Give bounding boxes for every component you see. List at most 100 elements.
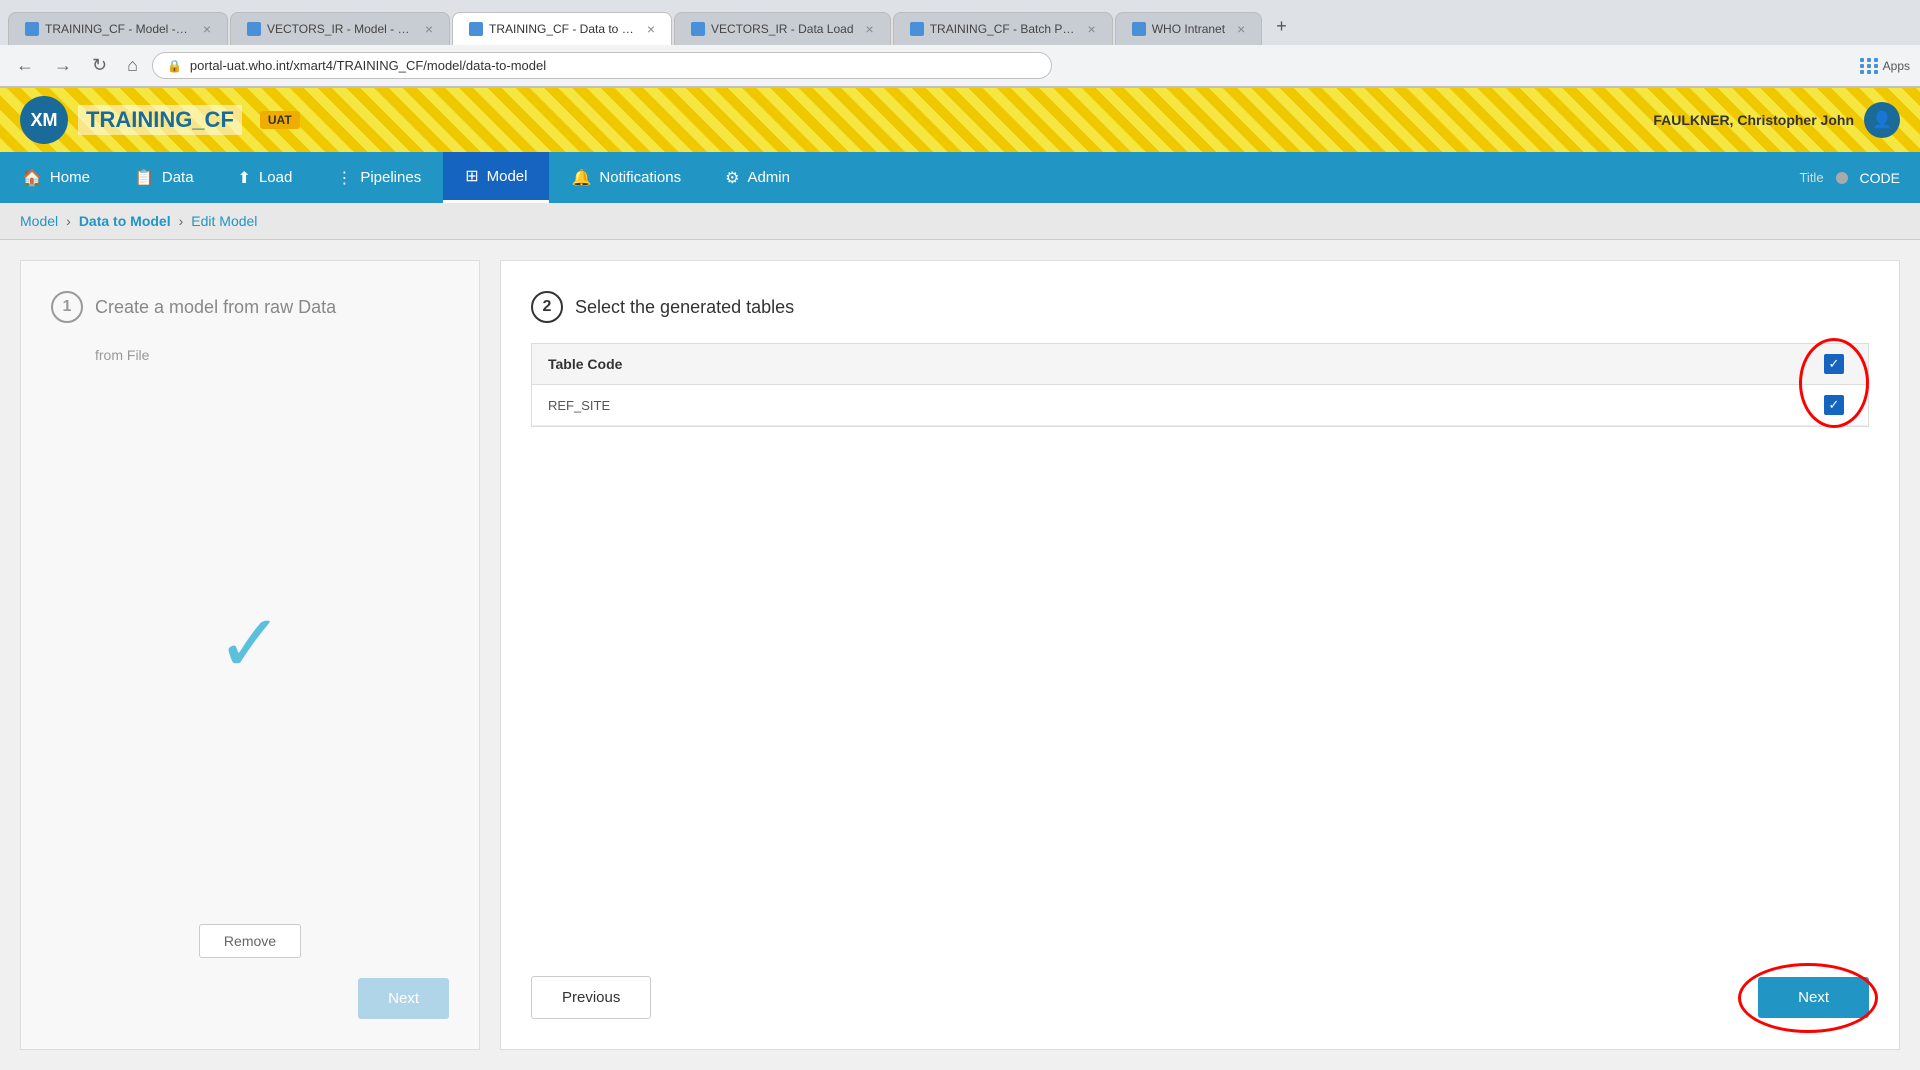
nav-data[interactable]: 📋 Data [112, 154, 216, 202]
table-cell-code: REF_SITE [548, 398, 1800, 413]
tab-6[interactable]: WHO Intranet × [1115, 12, 1263, 45]
code-label: CODE [1860, 170, 1900, 186]
app-title: TRAINING_CF [78, 105, 242, 135]
nav-notifications-label: Notifications [599, 169, 681, 186]
nav-admin-label: Admin [747, 169, 790, 186]
step1-subtitle: from File [95, 347, 449, 363]
admin-icon: ⚙ [725, 168, 739, 188]
row-checkbox[interactable]: ✓ [1824, 395, 1844, 415]
tab-4[interactable]: VECTORS_IR - Data Load × [674, 12, 891, 45]
nav-admin[interactable]: ⚙ Admin [703, 154, 812, 202]
tab-label-6: WHO Intranet [1152, 22, 1225, 36]
step1-next-button: Next [358, 978, 449, 1019]
step2-panel: 2 Select the generated tables Table Code… [500, 260, 1900, 1050]
previous-button[interactable]: Previous [531, 976, 651, 1019]
step1-title: Create a model from raw Data [95, 297, 336, 318]
next-button-wrapper: Next [1758, 977, 1869, 1018]
model-icon: ⊞ [465, 166, 478, 186]
step2-title: Select the generated tables [575, 297, 794, 318]
step1-footer: Next [51, 958, 449, 1019]
tab-close-4[interactable]: × [866, 21, 874, 37]
nav-notifications[interactable]: 🔔 Notifications [549, 154, 703, 202]
forward-button[interactable]: → [48, 51, 78, 80]
remove-button[interactable]: Remove [199, 924, 301, 958]
checkmark-area: ✓ [51, 393, 449, 894]
nav-model-label: Model [487, 168, 528, 185]
step2-number: 2 [531, 291, 563, 323]
user-avatar[interactable]: 👤 [1864, 102, 1900, 138]
tab-favicon-3 [469, 22, 483, 36]
tab-close-1[interactable]: × [203, 21, 211, 37]
breadcrumb: Model › Data to Model › Edit Model [0, 203, 1920, 240]
nav-model[interactable]: ⊞ Model [443, 152, 549, 203]
tab-2[interactable]: VECTORS_IR - Model - Edit × [230, 12, 450, 45]
pipelines-icon: ⋮ [336, 168, 352, 188]
apps-grid-icon [1860, 58, 1879, 74]
table-col-header: Table Code [548, 356, 1800, 372]
back-button[interactable]: ← [10, 51, 40, 80]
home-icon: 🏠 [22, 168, 42, 188]
tab-5[interactable]: TRAINING_CF - Batch Previ... × [893, 12, 1113, 45]
breadcrumb-data-to-model[interactable]: Data to Model [79, 213, 171, 229]
uat-badge: UAT [260, 111, 300, 129]
address-bar: ← → ↻ ⌂ 🔒 portal-uat.who.int/xmart4/TRAI… [0, 45, 1920, 87]
breadcrumb-model[interactable]: Model [20, 213, 58, 229]
tab-1[interactable]: TRAINING_CF - Model - Edit × [8, 12, 228, 45]
app-header: XM TRAINING_CF UAT FAULKNER, Christopher… [0, 88, 1920, 152]
refresh-button[interactable]: ↻ [86, 51, 113, 80]
nav-pipelines[interactable]: ⋮ Pipelines [314, 154, 443, 202]
lock-icon: 🔒 [167, 59, 182, 73]
logo-icon: XM [20, 96, 68, 144]
tab-close-6[interactable]: × [1237, 21, 1245, 37]
user-name: FAULKNER, Christopher John [1653, 112, 1854, 128]
tab-label-4: VECTORS_IR - Data Load [711, 22, 854, 36]
nav-load-label: Load [259, 169, 292, 186]
tab-favicon-1 [25, 22, 39, 36]
breadcrumb-sep-2: › [179, 213, 184, 229]
table-row: REF_SITE ✓ [532, 385, 1868, 426]
row-checkbox-container: ✓ [1816, 395, 1852, 415]
nav-data-label: Data [162, 169, 194, 186]
tab-3[interactable]: TRAINING_CF - Data to Mo... × [452, 12, 672, 45]
tab-favicon-4 [691, 22, 705, 36]
app-logo: XM TRAINING_CF UAT [20, 96, 300, 144]
main-nav: 🏠 Home 📋 Data ⬆ Load ⋮ Pipelines ⊞ Model… [0, 152, 1920, 203]
content-area: 1 Create a model from raw Data from File… [0, 240, 1920, 1070]
step1-header: 1 Create a model from raw Data [51, 291, 449, 323]
select-all-checkbox[interactable]: ✓ [1824, 354, 1844, 374]
tab-label-1: TRAINING_CF - Model - Edit [45, 22, 191, 36]
tables-table: Table Code ✓ REF_SITE ✓ [531, 343, 1869, 427]
tab-close-2[interactable]: × [425, 21, 433, 37]
tab-favicon-2 [247, 22, 261, 36]
load-icon: ⬆ [238, 168, 251, 188]
success-checkmark: ✓ [216, 597, 283, 690]
title-label: Title [1799, 170, 1823, 185]
header-checkbox-container: ✓ [1816, 354, 1852, 374]
nav-home-label: Home [50, 169, 90, 186]
table-header: Table Code ✓ [532, 344, 1868, 385]
home-button[interactable]: ⌂ [121, 51, 144, 80]
tab-label-5: TRAINING_CF - Batch Previ... [930, 22, 1076, 36]
tab-bar: TRAINING_CF - Model - Edit × VECTORS_IR … [0, 0, 1920, 45]
url-bar[interactable]: 🔒 portal-uat.who.int/xmart4/TRAINING_CF/… [152, 52, 1052, 79]
step2-header: 2 Select the generated tables [531, 291, 1869, 323]
step1-number: 1 [51, 291, 83, 323]
browser-actions: Apps [1860, 58, 1910, 74]
toggle-dot[interactable] [1836, 172, 1848, 184]
nav-load[interactable]: ⬆ Load [216, 154, 315, 202]
step1-panel: 1 Create a model from raw Data from File… [20, 260, 480, 1050]
tab-close-5[interactable]: × [1088, 21, 1096, 37]
breadcrumb-edit-model[interactable]: Edit Model [191, 213, 257, 229]
user-info: FAULKNER, Christopher John 👤 [1653, 102, 1900, 138]
bell-icon: 🔔 [571, 168, 591, 188]
apps-label[interactable]: Apps [1860, 58, 1910, 74]
nav-home[interactable]: 🏠 Home [0, 154, 112, 202]
nav-pipelines-label: Pipelines [360, 169, 421, 186]
tab-label-2: VECTORS_IR - Model - Edit [267, 22, 413, 36]
tab-favicon-6 [1132, 22, 1146, 36]
next-button[interactable]: Next [1758, 977, 1869, 1018]
tab-close-3[interactable]: × [647, 21, 655, 37]
tab-label-3: TRAINING_CF - Data to Mo... [489, 22, 635, 36]
new-tab-button[interactable]: + [1264, 8, 1299, 45]
browser-chrome: TRAINING_CF - Model - Edit × VECTORS_IR … [0, 0, 1920, 88]
